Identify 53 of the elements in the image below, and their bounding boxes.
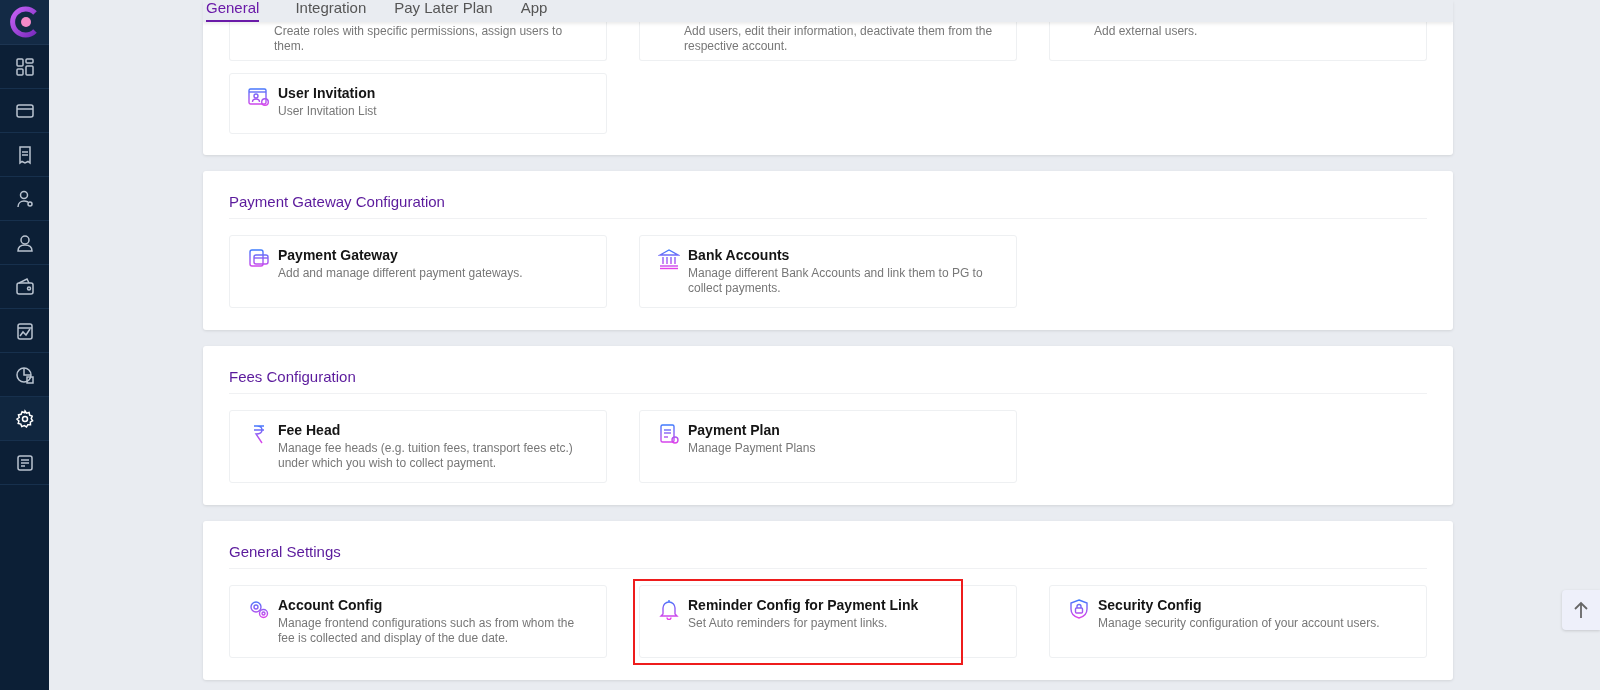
- settings-card[interactable]: Account Config Manage frontend configurations such as from whom the fee is collected and display of the due date.: [229, 585, 607, 658]
- card-title: Security Config: [1098, 596, 1203, 614]
- section-heading: Payment Gateway Configuration: [229, 191, 1427, 219]
- settings-card[interactable]: Add external users.: [1049, 22, 1427, 61]
- settings-card[interactable]: Create roles with specific permissions, assign users to them.: [229, 22, 607, 61]
- grid-icon: [14, 56, 35, 77]
- wallet-icon: [14, 276, 35, 297]
- section-heading: Fees Configuration: [229, 366, 1427, 394]
- card-description: Add users, edit their information, deactivate them from the respective account.: [684, 24, 994, 54]
- card-title: Payment Gateway: [278, 246, 399, 264]
- card-description: Manage fee heads (e.g. tuition fees, transport fees etc.) under which you wish to collect payment.: [278, 441, 574, 471]
- card-description: Manage Payment Plans: [688, 441, 816, 456]
- user-card-icon: [248, 86, 270, 108]
- card-title: Account Config: [278, 596, 384, 614]
- card-description: Manage different Bank Accounts and link them to PG to collect payments.: [688, 266, 984, 296]
- settings-card[interactable]: Add users, edit their information, deactivate them from the respective account.: [639, 22, 1017, 61]
- tab[interactable]: Integration: [285, 0, 377, 22]
- doc-icon: [14, 452, 35, 473]
- bank-icon: [658, 248, 680, 270]
- section-heading: General Settings: [229, 541, 1427, 569]
- card-description: Manage frontend configurations such as from whom the fee is collected and display of the due date.: [278, 616, 576, 646]
- chart-icon: [14, 320, 35, 341]
- card-title: Bank Accounts: [688, 246, 791, 264]
- card-description: Add external users.: [1094, 24, 1198, 40]
- settings-card[interactable]: Reminder Config for Payment Link Set Auto reminders for payment links.: [639, 585, 1017, 658]
- gears-icon: [248, 598, 270, 620]
- arrow-up-icon: [1573, 601, 1589, 619]
- card-description: Manage security configuration of your account users.: [1098, 616, 1380, 631]
- card-title: Payment Plan: [688, 421, 781, 439]
- settings-card[interactable]: Bank Accounts Manage different Bank Accounts and link them to PG to collect payments.: [639, 235, 1017, 308]
- card-description: Add and manage different payment gateways.: [278, 266, 523, 281]
- scroll-to-top-button[interactable]: [1562, 590, 1600, 630]
- pie-icon: [14, 364, 35, 385]
- card-description: User Invitation List: [278, 104, 377, 119]
- card-description: Create roles with specific permissions, assign users to them.: [274, 24, 564, 54]
- settings-card[interactable]: Security Config Manage security configuration of your account users.: [1049, 585, 1427, 658]
- settings-card[interactable]: Payment Plan Manage Payment Plans: [639, 410, 1017, 483]
- card-description: Set Auto reminders for payment links.: [688, 616, 889, 631]
- sidebar-item[interactable]: [0, 397, 49, 441]
- tab[interactable]: Pay Later Plan: [384, 0, 503, 22]
- tab[interactable]: App: [510, 0, 558, 22]
- settings-card[interactable]: User Invitation User Invitation List: [229, 73, 607, 134]
- card-title: Fee Head: [278, 421, 342, 439]
- user-icon: [14, 188, 35, 209]
- settings-icon: [14, 408, 35, 429]
- card-title: User Invitation: [278, 84, 377, 102]
- settings-card[interactable]: Payment Gateway Add and manage different payment gateways.: [229, 235, 607, 308]
- document-icon: [658, 423, 680, 445]
- cards-icon: [248, 248, 270, 270]
- bell-icon: [658, 598, 680, 620]
- settings-card[interactable]: Fee Head Manage fee heads (e.g. tuition fees, transport fees etc.) under which you wish to collect payment.: [229, 410, 607, 483]
- card-title: Reminder Config for Payment Link: [688, 596, 919, 614]
- shield-lock-icon: [1068, 598, 1090, 620]
